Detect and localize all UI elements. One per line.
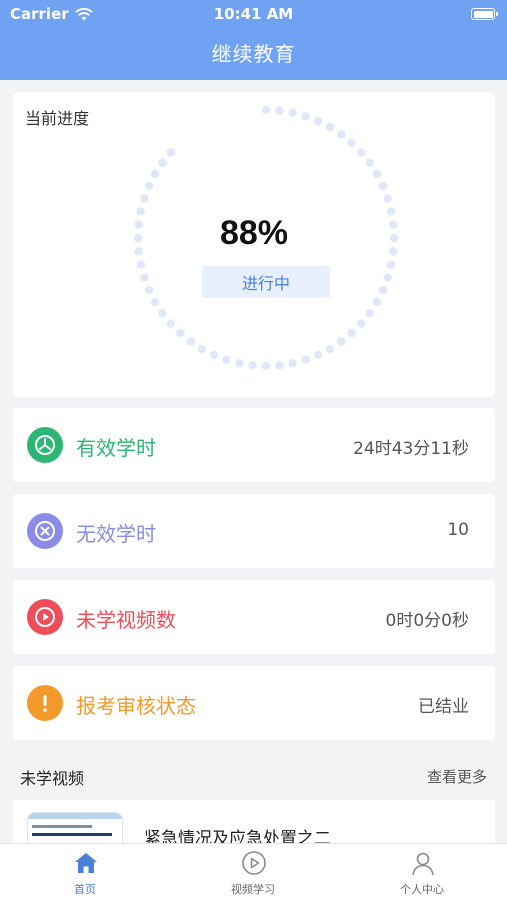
progress-dot xyxy=(378,181,388,191)
tab-bar: 首页 视频学习 个人中心 xyxy=(0,843,507,900)
play-circle-icon xyxy=(242,851,266,875)
tab-label: 个人中心 xyxy=(400,883,444,896)
progress-dot xyxy=(372,297,382,307)
close-circle-icon xyxy=(27,513,63,549)
app-header: Carrier 10:41 AM 继续教育 xyxy=(0,0,507,80)
stat-exam-review-status[interactable]: 报考审核状态 已结业 xyxy=(13,666,495,740)
progress-dot xyxy=(387,260,396,269)
section-title: 未学视频 xyxy=(20,769,85,788)
progress-dot xyxy=(166,319,176,328)
progress-dot xyxy=(347,138,356,148)
video-title: 紧急情况及应急处置之二 xyxy=(144,829,331,844)
progress-dot xyxy=(301,112,310,121)
progress-card: 当前进度 88% 进行中 xyxy=(13,92,495,397)
progress-dot xyxy=(383,273,392,282)
progress-status-badge: 进行中 xyxy=(202,266,330,298)
stat-value: 24时43分11秒 xyxy=(353,439,469,459)
stat-invalid-hours[interactable]: 无效学时 10 xyxy=(13,494,495,568)
stat-value: 0时0分0秒 xyxy=(385,611,469,631)
video-list-item[interactable]: 紧急情况及应急处置之二 xyxy=(13,800,495,844)
progress-dot xyxy=(144,181,154,191)
progress-dot xyxy=(235,359,244,368)
progress-dot xyxy=(313,350,323,360)
progress-dot xyxy=(158,158,167,167)
tab-label: 视频学习 xyxy=(231,883,275,896)
progress-dot xyxy=(337,337,346,346)
progress-dot xyxy=(313,116,323,126)
progress-dot xyxy=(365,309,374,318)
progress-dot xyxy=(150,169,160,179)
stat-value: 已结业 xyxy=(418,697,469,717)
progress-percent: 88% xyxy=(219,214,289,252)
tab-home[interactable]: 首页 xyxy=(25,844,145,900)
progress-dot xyxy=(275,106,284,115)
progress-dot xyxy=(275,361,284,370)
progress-dot xyxy=(209,350,219,360)
tab-label: 首页 xyxy=(74,883,96,896)
progress-dot xyxy=(337,130,346,139)
tab-profile[interactable]: 个人中心 xyxy=(362,844,482,900)
progress-dot xyxy=(140,273,149,282)
stat-valid-hours[interactable]: 有效学时 24时43分11秒 xyxy=(13,408,495,482)
progress-dot xyxy=(248,361,257,370)
progress-dot xyxy=(222,355,231,364)
user-icon xyxy=(412,852,434,876)
progress-dot xyxy=(356,319,366,328)
page-title: 继续教育 xyxy=(211,42,296,66)
tab-video-learning[interactable]: 视频学习 xyxy=(193,844,313,900)
status-time: 10:41 AM xyxy=(213,5,294,23)
progress-dot xyxy=(378,285,388,295)
progress-dot xyxy=(144,285,154,295)
video-thumbnail xyxy=(27,812,123,844)
progress-dot xyxy=(301,355,310,364)
exclamation-icon xyxy=(27,685,63,721)
view-more-link[interactable]: 查看更多 xyxy=(427,766,487,787)
progress-dot xyxy=(288,359,297,368)
status-bar: Carrier 10:41 AM xyxy=(0,0,507,28)
stat-unwatched-videos[interactable]: 未学视频数 0时0分0秒 xyxy=(13,580,495,654)
stat-value: 10 xyxy=(447,520,469,540)
progress-dot xyxy=(347,328,356,338)
progress-dot xyxy=(261,361,271,371)
home-icon xyxy=(75,853,97,873)
progress-dot xyxy=(166,148,176,157)
progress-dot xyxy=(261,105,271,115)
battery-icon xyxy=(471,8,498,20)
stat-label: 无效学时 xyxy=(76,522,156,546)
progress-dot xyxy=(197,344,207,354)
progress-dot xyxy=(383,194,392,203)
progress-dot xyxy=(158,309,167,318)
stat-label: 未学视频数 xyxy=(76,608,176,632)
progress-dot xyxy=(325,122,335,132)
play-icon xyxy=(27,599,63,635)
stat-label: 报考审核状态 xyxy=(76,694,196,718)
progress-dot xyxy=(140,194,149,203)
progress-dot xyxy=(186,337,195,346)
progress-dot xyxy=(372,169,382,179)
stat-label: 有效学时 xyxy=(76,436,156,460)
clock-icon xyxy=(27,427,63,463)
progress-dot xyxy=(176,328,185,338)
progress-dot xyxy=(150,297,160,307)
progress-dot xyxy=(356,148,366,157)
progress-dot xyxy=(136,260,145,269)
progress-dot xyxy=(288,108,297,117)
progress-dot xyxy=(365,158,374,167)
progress-dot xyxy=(325,344,335,354)
